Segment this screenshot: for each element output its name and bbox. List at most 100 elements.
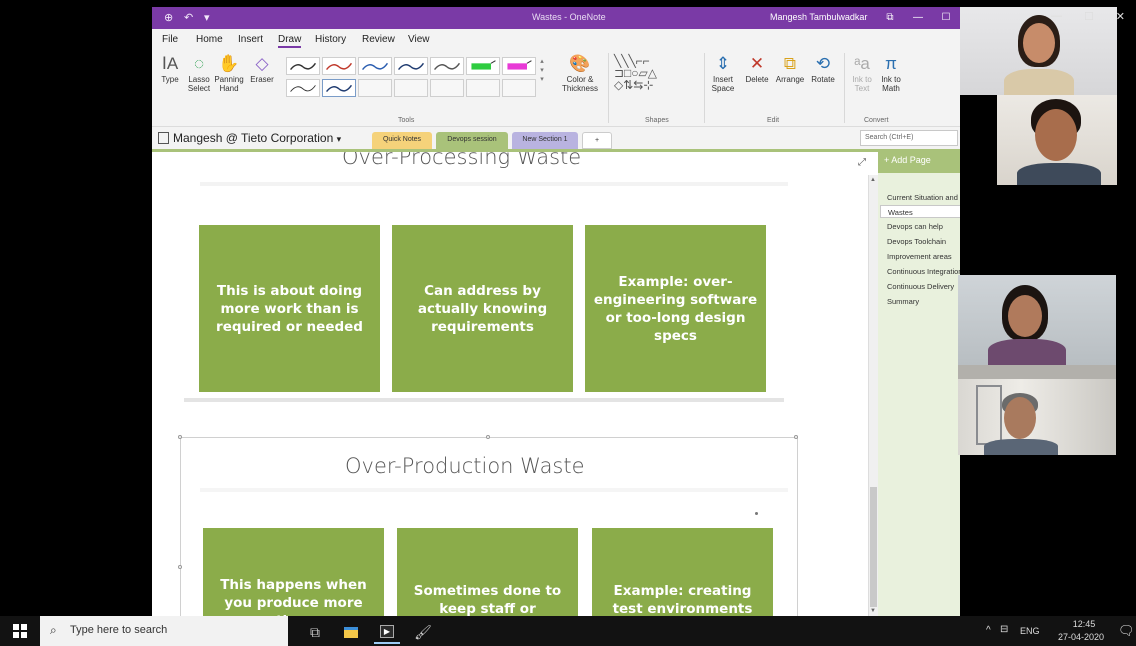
pen-darkblue[interactable] — [394, 57, 428, 75]
page-scrollbar[interactable]: ▲ ▼ — [868, 175, 878, 616]
minimize-icon[interactable]: — — [904, 7, 932, 29]
page-item-continuous-integration[interactable]: Continuous Integration — [878, 265, 960, 278]
section-tab-new-section-1[interactable]: New Section 1 — [512, 132, 578, 149]
panning-hand-button[interactable]: ✋ Panning Hand — [214, 55, 244, 94]
clock-time[interactable]: 12:45 — [1056, 619, 1112, 629]
pen-black-thin[interactable] — [286, 79, 320, 97]
pen-black[interactable] — [286, 57, 320, 75]
outer-maximize-icon[interactable]: ☐ — [1084, 10, 1094, 30]
expand-icon[interactable]: ⤢ — [858, 157, 866, 168]
notifications-icon[interactable]: 🗨 — [1118, 623, 1135, 639]
type-button[interactable]: ⅠA Type — [160, 54, 180, 85]
page-item-wastes[interactable]: Wastes — [880, 205, 960, 218]
notebook-nav-bar: Mangesh @ Tieto Corporation ▾ Quick Note… — [152, 127, 960, 149]
scroll-up-icon[interactable]: ▲ — [870, 177, 876, 183]
taskbar-search[interactable]: ⌕ Type here to search — [40, 616, 288, 646]
ribbon-separator — [608, 53, 609, 123]
page-item-devops-can-help[interactable]: Devops can help — [878, 220, 960, 233]
video-tile-participant-2 — [997, 95, 1117, 185]
screen: ⊕ ↶ ▾ Wastes - OneNote Mangesh Tambulwad… — [0, 0, 1136, 646]
search-icon: ⌕ — [50, 623, 57, 637]
menu-file[interactable]: File — [162, 34, 178, 45]
signed-in-user[interactable]: Mangesh Tambulwadkar — [770, 12, 867, 22]
participant-face — [1035, 109, 1077, 161]
color-thickness-button[interactable]: 🎨 Color & Thickness — [556, 55, 604, 94]
section-tab-quick-notes[interactable]: Quick Notes — [372, 132, 432, 149]
content-box: Example: over-engineering software or to… — [585, 225, 766, 392]
tray-overflow-icon[interactable]: ^ — [986, 625, 991, 636]
task-view-icon[interactable]: ⧉ — [302, 620, 328, 644]
pen-gallery-more-icon[interactable]: ▴ ▾ ▾ — [538, 57, 546, 84]
page-item-summary[interactable]: Summary — [878, 295, 960, 308]
menu-history[interactable]: History — [315, 34, 346, 45]
language-indicator[interactable]: ENG — [1020, 626, 1040, 636]
eraser-button[interactable]: ◇ Eraser — [248, 55, 276, 85]
content-box: This is about doing more work than is re… — [199, 225, 380, 392]
notebook-switcher[interactable]: Mangesh @ Tieto Corporation ▾ — [158, 131, 341, 145]
slide-header-band — [200, 488, 788, 492]
arrange-button[interactable]: ⧉ Arrange — [774, 54, 806, 85]
delete-button[interactable]: ✕ Delete — [742, 55, 772, 85]
lasso-select-button[interactable]: ◌ Lasso Select — [186, 55, 212, 94]
resize-handle[interactable] — [486, 435, 490, 439]
pen-empty-2[interactable] — [394, 79, 428, 97]
page-item-continuous-delivery[interactable]: Continuous Delivery — [878, 280, 960, 293]
shapes-row-3-icon: ◇⇅⇆⊹ — [614, 78, 654, 92]
section-tab-devops-session[interactable]: Devops session — [436, 132, 508, 149]
page-item-improvement-areas[interactable]: Improvement areas — [878, 250, 960, 263]
page-item-devops-toolchain[interactable]: Devops Toolchain — [878, 235, 960, 248]
resize-handle[interactable] — [178, 435, 182, 439]
window-controls: ⧉ — ☐ — [876, 7, 960, 29]
highlighter-magenta[interactable] — [502, 57, 536, 75]
ink-to-math-button[interactable]: π Ink to Math — [878, 55, 904, 94]
pen-empty-3[interactable] — [430, 79, 464, 97]
ribbon-display-icon[interactable]: ⧉ — [876, 7, 904, 29]
insert-space-button[interactable]: ⇕ Insert Space — [708, 55, 738, 94]
customize-qa-icon[interactable]: ▾ — [204, 11, 210, 24]
menu-review[interactable]: Review — [362, 34, 395, 45]
edit-group-label: Edit — [767, 117, 780, 124]
pen-empty-1[interactable] — [358, 79, 392, 97]
content-box: This happens when you produce more than — [203, 528, 384, 616]
search-input[interactable]: Search (Ctrl+E) — [860, 130, 958, 146]
shapes-gallery[interactable]: ╲╲╲⌐⌐ ⊐□○▱△ ◇⇅⇆⊹ — [614, 55, 698, 91]
resize-handle[interactable] — [794, 435, 798, 439]
add-section-button[interactable]: + — [582, 132, 612, 149]
back-icon[interactable]: ⊕ — [164, 11, 173, 24]
paint-app-icon[interactable]: 🖌 — [410, 620, 436, 644]
type-cursor-icon: ⅠA — [161, 54, 179, 73]
outer-close-icon[interactable]: ✕ — [1116, 10, 1125, 30]
pen-gray[interactable] — [430, 57, 464, 75]
slide-header-band — [200, 182, 788, 186]
rotate-label: Rotate — [811, 75, 835, 84]
page-canvas[interactable]: Over-Processing Waste This is about doin… — [152, 152, 868, 616]
page-item-current-situation[interactable]: Current Situation and Pain — [878, 191, 960, 204]
undo-icon[interactable]: ↶ — [184, 11, 193, 24]
menu-draw[interactable]: Draw — [278, 34, 302, 48]
menu-view[interactable]: View — [408, 34, 430, 45]
pen-blue[interactable] — [358, 57, 392, 75]
network-icon[interactable]: ⊟ — [1000, 624, 1008, 635]
add-page-button[interactable]: + Add Page — [878, 149, 960, 173]
pen-navy-selected[interactable] — [322, 79, 356, 97]
highlighter-green[interactable] — [466, 57, 500, 75]
panning-label-2: Hand — [219, 84, 239, 93]
pen-red[interactable] — [322, 57, 356, 75]
rotate-button[interactable]: ⟲ Rotate — [808, 55, 838, 85]
ink-to-text-button[interactable]: ᵃa Ink to Text — [850, 55, 874, 94]
video-tile-participant-3 — [958, 275, 1116, 365]
media-app-icon[interactable]: ▶ — [374, 620, 400, 644]
arrange-icon: ⧉ — [783, 54, 797, 73]
pen-empty-4[interactable] — [466, 79, 500, 97]
start-button[interactable] — [0, 616, 40, 646]
menu-home[interactable]: Home — [196, 34, 223, 45]
maximize-icon[interactable]: ☐ — [932, 7, 960, 29]
pen-empty-5[interactable] — [502, 79, 536, 97]
resize-handle[interactable] — [178, 565, 182, 569]
outer-minimize-icon[interactable]: — — [1051, 10, 1062, 30]
scrollbar-thumb[interactable] — [870, 487, 877, 607]
menu-insert[interactable]: Insert — [238, 34, 263, 45]
clock-date[interactable]: 27-04-2020 — [1050, 632, 1112, 642]
file-explorer-icon[interactable] — [338, 620, 364, 644]
scroll-down-icon[interactable]: ▼ — [870, 608, 876, 614]
